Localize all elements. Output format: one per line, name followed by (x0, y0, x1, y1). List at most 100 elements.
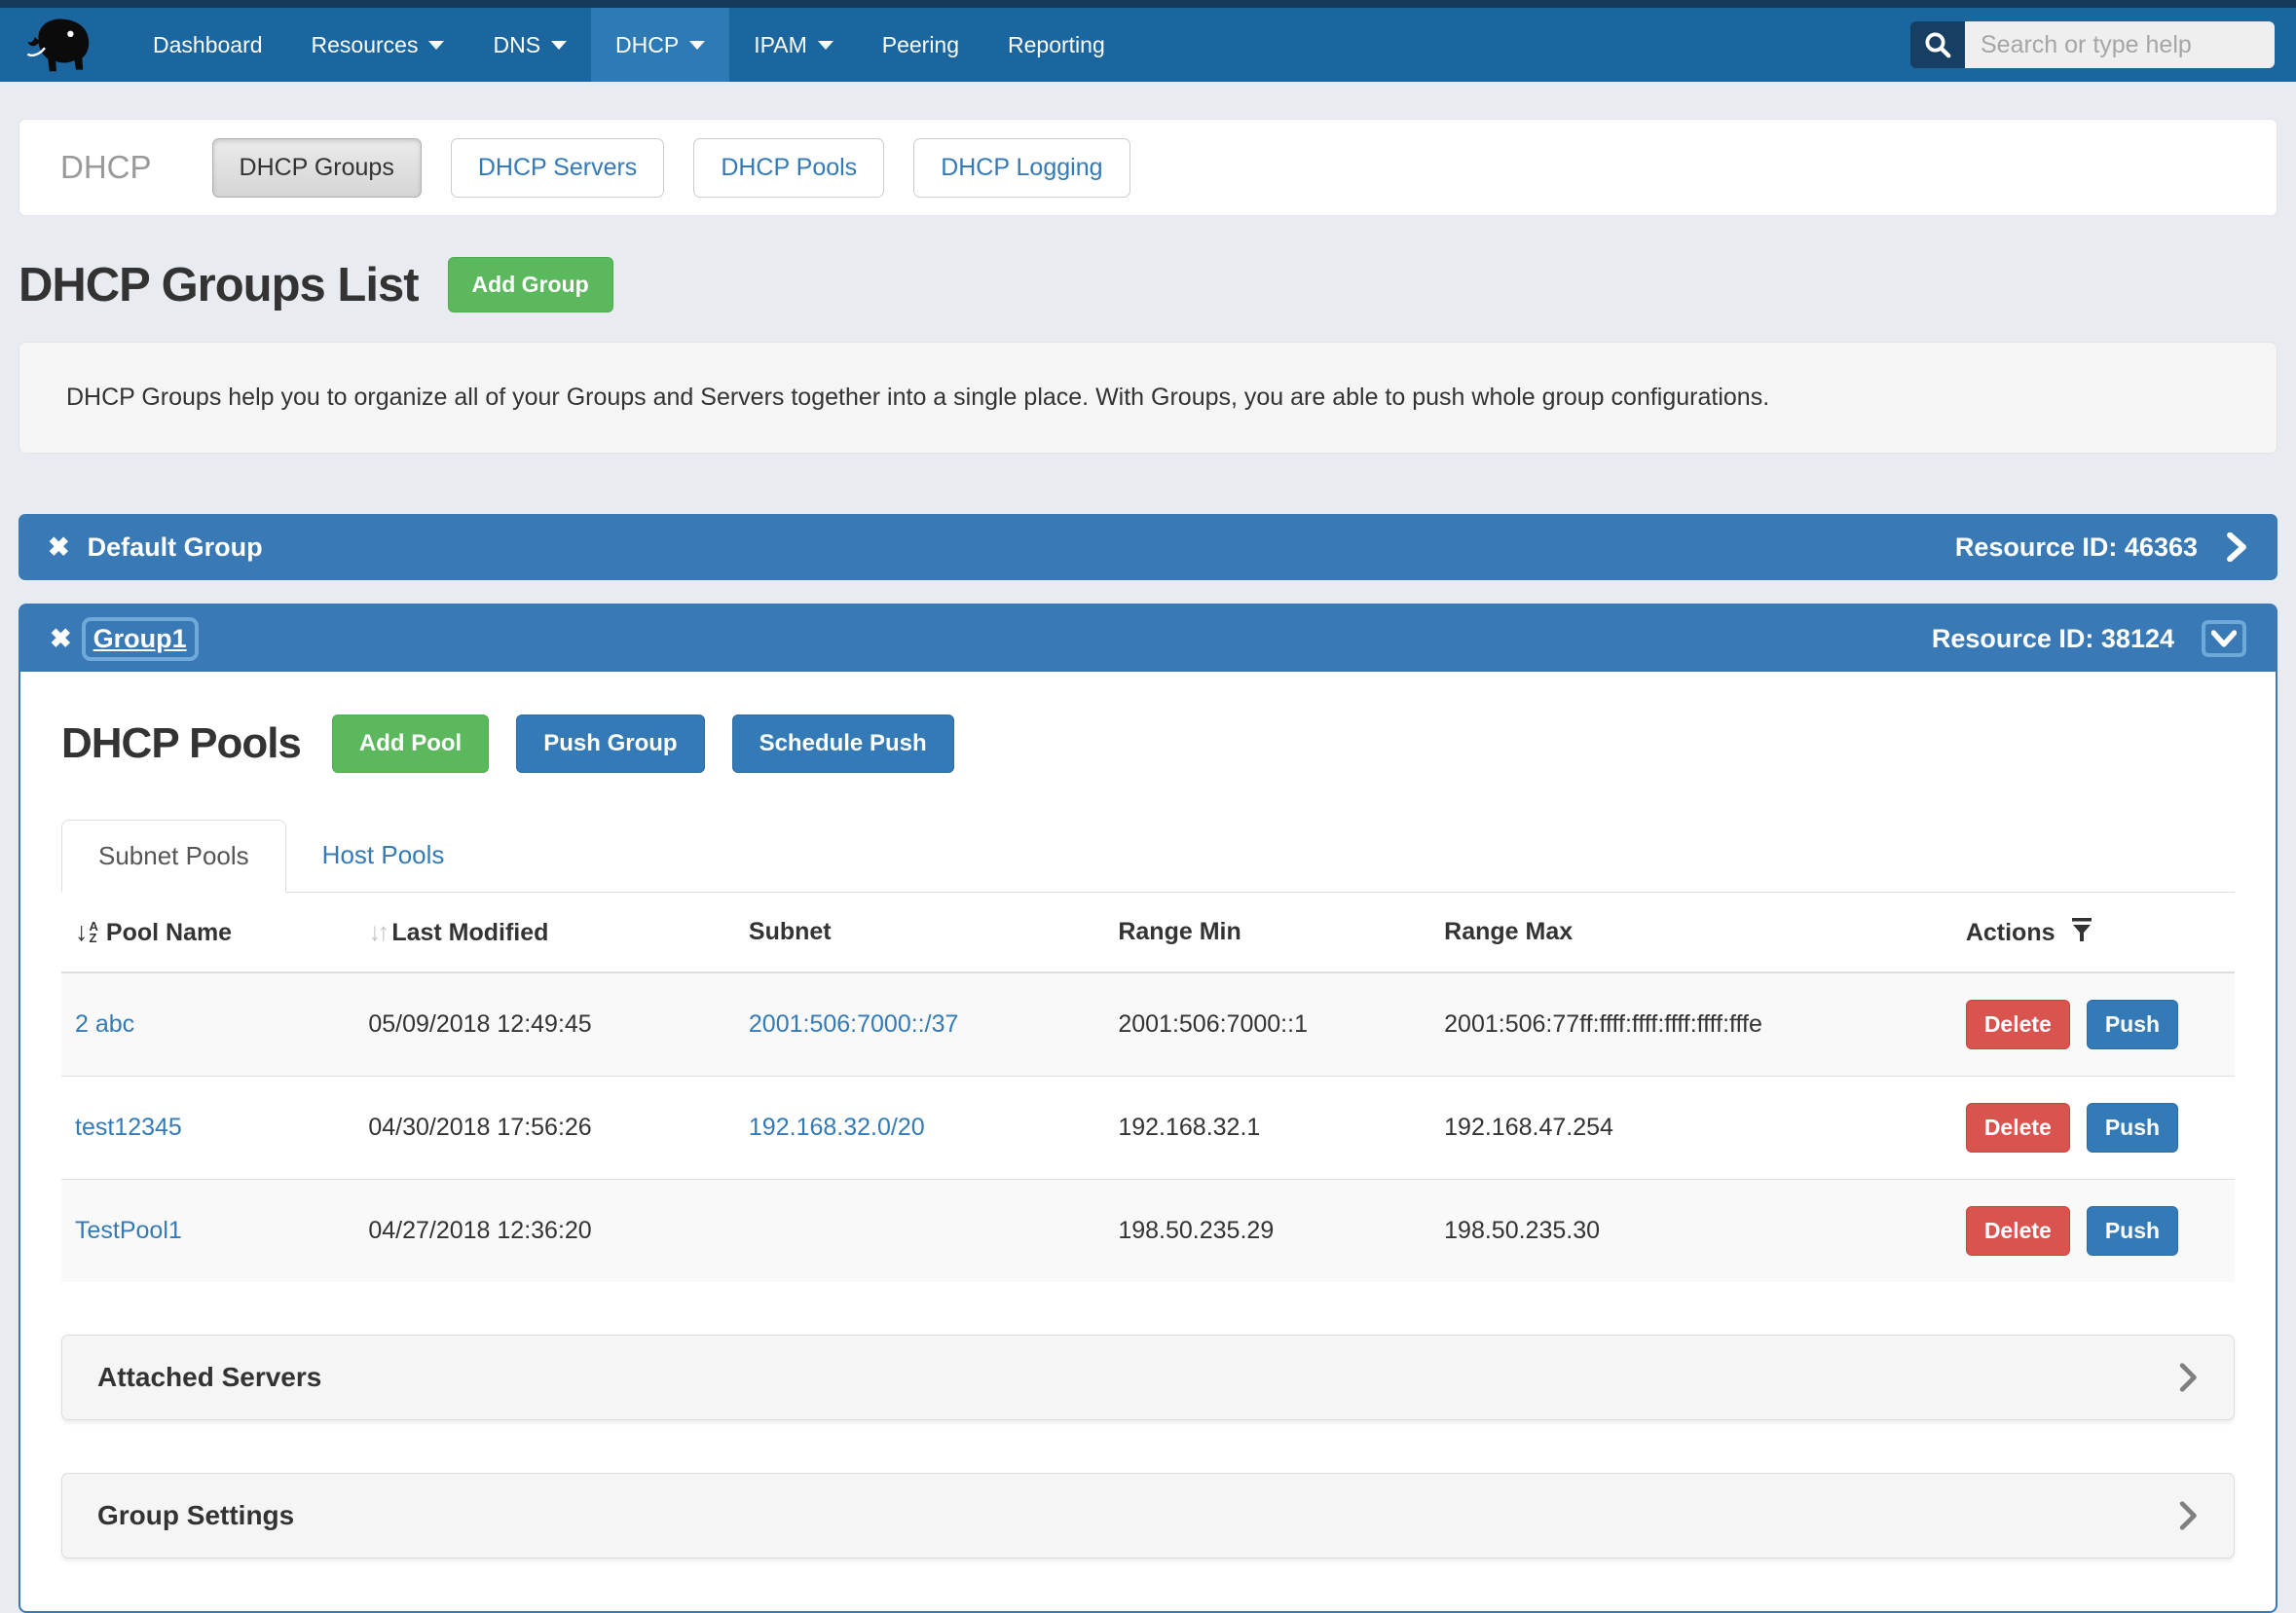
collapse-group-chevron[interactable] (2202, 620, 2246, 657)
range-min-cell: 192.168.32.1 (1104, 1077, 1430, 1180)
nav-item-peering[interactable]: Peering (858, 8, 983, 82)
header-range-min[interactable]: Range Min (1104, 893, 1430, 972)
add-group-button[interactable]: Add Group (448, 257, 613, 312)
attached-servers-label: Attached Servers (97, 1362, 321, 1393)
range-max-cell: 198.50.235.30 (1430, 1180, 1952, 1283)
group-panel-body: DHCP Pools Add Pool Push Group Schedule … (20, 672, 2276, 1611)
nav-label: Dashboard (153, 32, 263, 58)
dhcp-subnav: DHCP DHCP Groups DHCP Servers DHCP Pools… (19, 119, 2277, 216)
pools-head: DHCP Pools Add Pool Push Group Schedule … (61, 715, 2235, 773)
search-input[interactable] (1965, 21, 2275, 68)
chevron-right-icon (2179, 1501, 2199, 1530)
nav-label: Resources (312, 32, 419, 58)
arrow-up-glyph: ↑ (377, 917, 386, 946)
top-accent-strip (0, 0, 2296, 8)
header-subnet[interactable]: Subnet (735, 893, 1104, 972)
nav-label: DNS (493, 32, 540, 58)
nav-label: IPAM (754, 32, 807, 58)
subnav-title: DHCP (60, 149, 152, 186)
arrow-down-glyph: ↓ (368, 917, 377, 946)
filter-icon[interactable] (2071, 917, 2092, 942)
group-settings-label: Group Settings (97, 1500, 294, 1531)
delete-pool-button[interactable]: Delete (1966, 1103, 2070, 1153)
push-pool-button[interactable]: Push (2087, 1103, 2178, 1153)
expand-group-chevron[interactable] (2225, 532, 2248, 562)
group-bar-right: Resource ID: 38124 (1932, 620, 2246, 657)
chevron-right-icon (2225, 532, 2248, 562)
mammoth-logo-icon[interactable] (21, 14, 99, 76)
subnav-button-dhcp-servers[interactable]: DHCP Servers (451, 138, 664, 198)
nav-item-resources[interactable]: Resources (287, 8, 469, 82)
pools-title: DHCP Pools (61, 719, 301, 768)
subnav-button-dhcp-groups[interactable]: DHCP Groups (212, 138, 422, 198)
caret-down-icon (428, 41, 444, 50)
pool-name-link[interactable]: 2 abc (75, 1010, 134, 1038)
subnet-link[interactable]: 2001:506:7000::/37 (749, 1010, 958, 1038)
global-search (1910, 21, 2275, 68)
sort-letter-z: Z (90, 933, 98, 944)
delete-pool-button[interactable]: Delete (1966, 1206, 2070, 1256)
nav-label: Reporting (1008, 32, 1105, 58)
header-range-max[interactable]: Range Max (1430, 893, 1952, 972)
header-label: Pool Name (106, 919, 232, 946)
attached-servers-panel[interactable]: Attached Servers (61, 1335, 2235, 1420)
expand-section-chevron[interactable] (2179, 1501, 2199, 1530)
caret-down-icon (551, 41, 567, 50)
add-pool-button[interactable]: Add Pool (332, 715, 489, 773)
group-bar-group1[interactable]: ✖ Group1 Resource ID: 38124 (20, 605, 2276, 672)
expand-section-chevron[interactable] (2179, 1363, 2199, 1392)
subnet-pools-table: ↓AZ Pool Name ↓↑Last Modified Subnet Rang… (61, 893, 2235, 1282)
nav-item-dashboard[interactable]: Dashboard (129, 8, 287, 82)
resource-id-text: Resource ID: 46363 (1955, 532, 2198, 563)
groups-description: DHCP Groups help you to organize all of … (19, 342, 2277, 454)
push-pool-button[interactable]: Push (2087, 1000, 2178, 1049)
subnav-button-dhcp-pools[interactable]: DHCP Pools (693, 138, 884, 198)
resource-id-text: Resource ID: 38124 (1932, 624, 2174, 654)
remove-group-icon[interactable]: ✖ (50, 626, 72, 652)
tab-host-pools[interactable]: Host Pools (286, 820, 481, 893)
tab-subnet-pools[interactable]: Subnet Pools (61, 820, 286, 893)
header-pool-name[interactable]: ↓AZ Pool Name (61, 893, 354, 972)
nav-item-ipam[interactable]: IPAM (729, 8, 858, 82)
table-header-row: ↓AZ Pool Name ↓↑Last Modified Subnet Rang… (61, 893, 2235, 972)
remove-group-icon[interactable]: ✖ (48, 534, 70, 561)
pool-tabs: Subnet Pools Host Pools (61, 820, 2235, 893)
last-modified-cell: 04/30/2018 17:56:26 (354, 1077, 735, 1180)
group-panel-group1: ✖ Group1 Resource ID: 38124 DHCP Pools A… (19, 604, 2277, 1613)
push-group-button[interactable]: Push Group (516, 715, 704, 773)
table-row: test12345 04/30/2018 17:56:26 192.168.32… (61, 1077, 2235, 1180)
nav-item-reporting[interactable]: Reporting (983, 8, 1129, 82)
group-name: Default Group (88, 532, 263, 563)
sort-updown-icon[interactable]: ↓↑ (368, 917, 386, 946)
nav-item-dhcp[interactable]: DHCP (591, 8, 729, 82)
nav-item-dns[interactable]: DNS (468, 8, 591, 82)
group-name-link[interactable]: Group1 (86, 621, 195, 657)
range-min-cell: 2001:506:7000::1 (1104, 972, 1430, 1077)
delete-pool-button[interactable]: Delete (1966, 1000, 2070, 1049)
table-row: 2 abc 05/09/2018 12:49:45 2001:506:7000:… (61, 972, 2235, 1077)
push-pool-button[interactable]: Push (2087, 1206, 2178, 1256)
page-title: DHCP Groups List (19, 258, 419, 312)
sort-alpha-asc-icon[interactable]: ↓AZ (75, 917, 98, 947)
pool-name-link[interactable]: TestPool1 (75, 1217, 182, 1244)
schedule-push-button[interactable]: Schedule Push (732, 715, 954, 773)
range-max-cell: 2001:506:77ff:ffff:ffff:ffff:ffff:fffe (1430, 972, 1952, 1077)
caret-down-icon (818, 41, 833, 50)
header-last-modified[interactable]: ↓↑Last Modified (354, 893, 735, 972)
search-button[interactable] (1910, 21, 1965, 68)
pool-name-link[interactable]: test12345 (75, 1114, 182, 1141)
arrow-down-glyph: ↓ (75, 917, 89, 947)
group-bar-right: Resource ID: 46363 (1955, 532, 2248, 563)
chevron-right-icon (2179, 1363, 2199, 1392)
header-label: Actions (1966, 919, 2055, 946)
page-head: DHCP Groups List Add Group (19, 257, 2277, 312)
nav-menu: Dashboard Resources DNS DHCP IPAM Peerin… (129, 8, 1129, 82)
subnav-button-dhcp-logging[interactable]: DHCP Logging (913, 138, 1129, 198)
chevron-down-icon (2211, 628, 2237, 649)
subnet-link[interactable]: 192.168.32.0/20 (749, 1114, 925, 1141)
last-modified-cell: 04/27/2018 12:36:20 (354, 1180, 735, 1283)
group-settings-panel[interactable]: Group Settings (61, 1473, 2235, 1558)
header-actions: Actions (1952, 893, 2235, 972)
nav-label: DHCP (615, 32, 679, 58)
group-bar-default-group[interactable]: ✖ Default Group Resource ID: 46363 (19, 514, 2277, 580)
